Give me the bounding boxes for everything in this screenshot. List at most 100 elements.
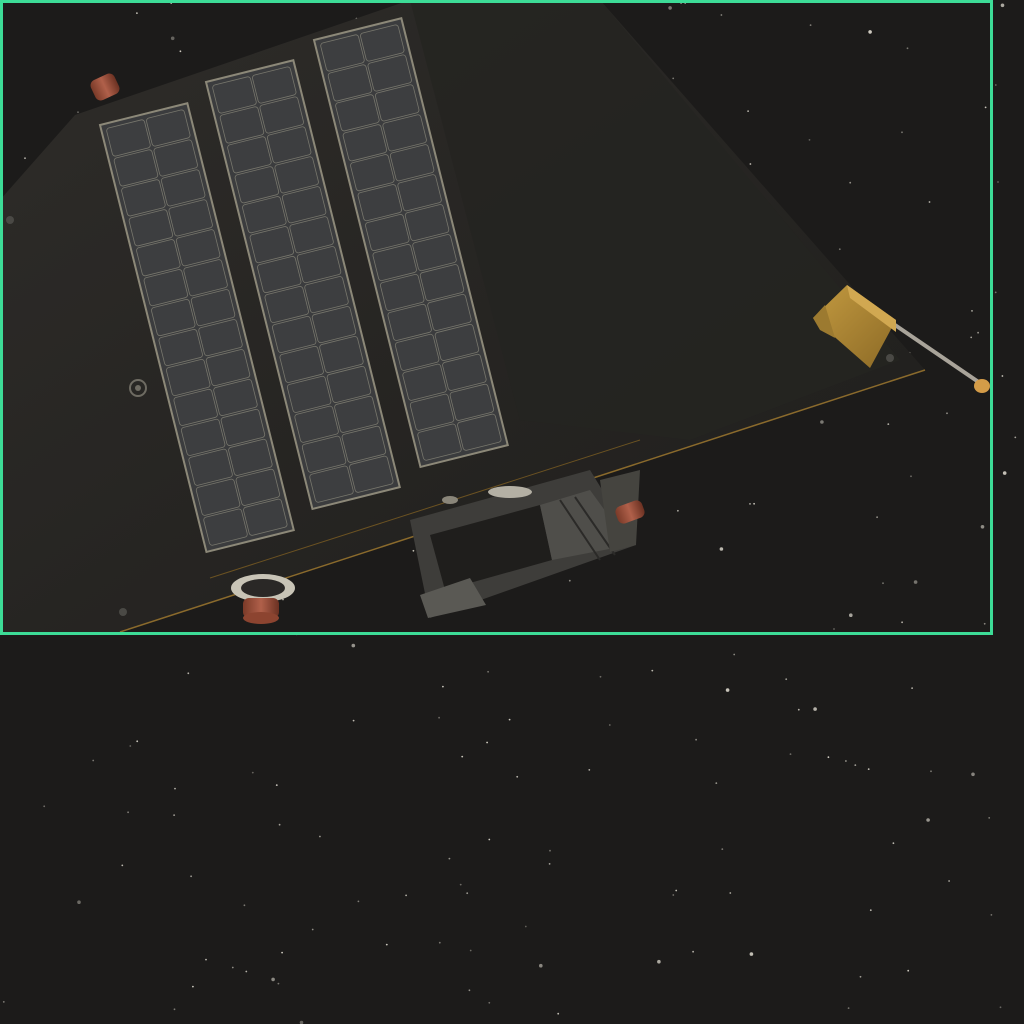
star	[749, 952, 754, 956]
star	[980, 525, 985, 529]
star	[827, 756, 830, 759]
star	[539, 963, 543, 968]
star	[466, 892, 469, 895]
star	[174, 787, 176, 790]
star	[847, 1007, 850, 1009]
star	[179, 50, 182, 53]
star	[24, 157, 26, 160]
star	[1000, 3, 1005, 8]
star	[733, 653, 736, 656]
star	[311, 928, 314, 931]
star	[910, 475, 912, 478]
star	[486, 741, 488, 744]
star	[928, 201, 931, 203]
star	[913, 580, 918, 584]
star	[136, 12, 138, 15]
star	[351, 643, 356, 648]
star	[278, 823, 281, 826]
star	[994, 84, 997, 86]
star	[994, 291, 997, 294]
star	[721, 848, 724, 850]
star	[808, 139, 811, 141]
star	[43, 805, 46, 808]
star	[907, 969, 910, 972]
star	[657, 959, 661, 964]
star	[854, 764, 857, 766]
star	[127, 811, 129, 814]
star	[412, 549, 415, 552]
star	[999, 1006, 1002, 1009]
star	[281, 951, 283, 954]
star	[753, 502, 755, 505]
star	[459, 883, 462, 886]
star	[971, 772, 975, 777]
star	[930, 770, 932, 773]
star	[173, 814, 176, 816]
star	[251, 771, 254, 774]
star	[990, 914, 993, 916]
star	[988, 817, 991, 819]
star	[121, 864, 124, 867]
star	[588, 769, 591, 771]
star	[984, 106, 987, 109]
star	[136, 740, 139, 743]
star	[672, 894, 675, 896]
star	[946, 412, 948, 415]
star	[833, 628, 835, 630]
star	[876, 516, 878, 519]
star	[170, 36, 175, 41]
star	[524, 925, 527, 928]
star	[508, 718, 511, 721]
star	[997, 181, 999, 183]
star	[971, 310, 973, 312]
star	[719, 547, 724, 551]
star	[809, 24, 812, 26]
star	[725, 688, 730, 692]
star	[948, 880, 950, 882]
star	[867, 768, 870, 770]
star	[729, 892, 732, 894]
star	[838, 248, 841, 251]
star	[357, 900, 360, 903]
star	[901, 621, 903, 624]
star	[243, 904, 246, 907]
star	[749, 163, 752, 165]
star	[911, 687, 913, 689]
star	[405, 894, 407, 897]
star	[548, 863, 551, 865]
star	[906, 47, 909, 50]
star	[887, 423, 890, 425]
star	[187, 672, 190, 675]
star	[245, 970, 248, 973]
star	[92, 759, 95, 762]
star	[385, 943, 388, 946]
star	[668, 6, 672, 10]
star	[977, 331, 979, 334]
star	[352, 719, 355, 722]
star	[845, 760, 847, 762]
star	[461, 755, 464, 758]
star	[882, 582, 884, 585]
star	[468, 989, 471, 992]
star	[869, 909, 872, 912]
star	[568, 579, 571, 582]
star	[129, 745, 132, 747]
star	[2, 1001, 5, 1003]
star	[488, 1001, 491, 1004]
star	[901, 131, 903, 134]
star	[849, 613, 853, 617]
star	[549, 849, 551, 852]
star	[488, 838, 491, 841]
star	[692, 950, 694, 953]
star	[173, 1008, 176, 1011]
star	[749, 503, 751, 505]
star	[747, 110, 749, 112]
star	[892, 842, 895, 845]
star	[516, 775, 519, 778]
star	[677, 509, 679, 512]
star	[608, 724, 611, 726]
star	[785, 678, 788, 681]
star	[859, 975, 862, 978]
star	[271, 977, 275, 982]
star	[651, 669, 654, 672]
